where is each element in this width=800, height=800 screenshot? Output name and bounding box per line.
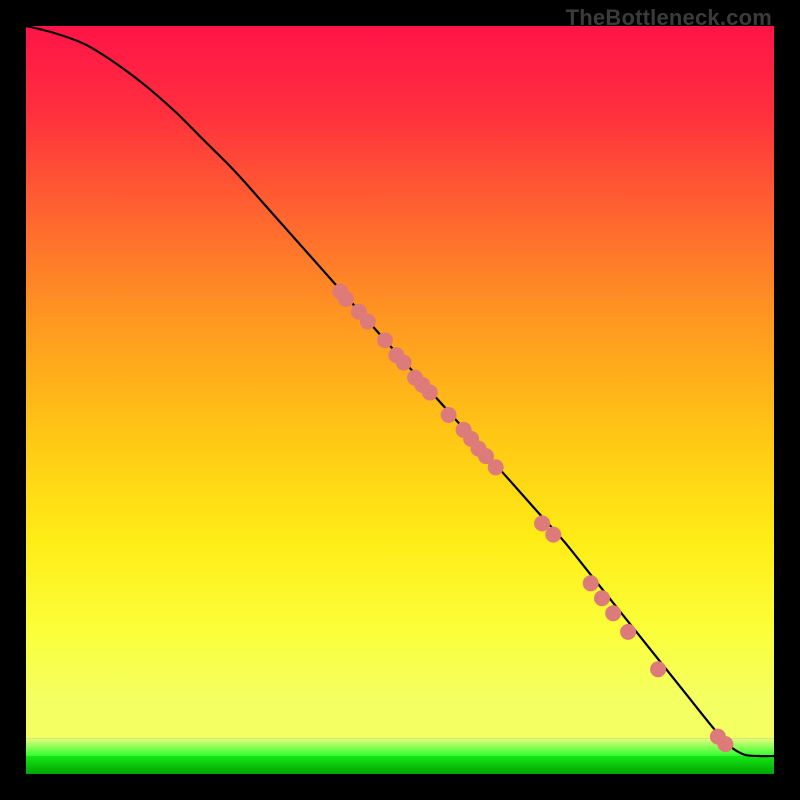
plot-svg xyxy=(26,26,774,774)
sample-point xyxy=(338,291,354,307)
chart-stage: TheBottleneck.com xyxy=(0,0,800,800)
sample-point xyxy=(360,314,376,330)
sample-point xyxy=(620,624,636,640)
sample-point xyxy=(422,385,438,401)
sample-point xyxy=(488,459,504,475)
sample-point xyxy=(441,407,457,423)
green-band-lower xyxy=(26,756,774,774)
sample-point xyxy=(377,332,393,348)
green-band-upper xyxy=(26,738,774,756)
sample-point xyxy=(650,661,666,677)
sample-point xyxy=(396,355,412,371)
sample-point xyxy=(605,605,621,621)
sample-point xyxy=(583,575,599,591)
watermark-text: TheBottleneck.com xyxy=(566,5,772,31)
plot-area xyxy=(26,26,774,774)
gradient-background xyxy=(26,26,774,738)
sample-point xyxy=(594,590,610,606)
sample-point xyxy=(545,527,561,543)
sample-point xyxy=(717,736,733,752)
